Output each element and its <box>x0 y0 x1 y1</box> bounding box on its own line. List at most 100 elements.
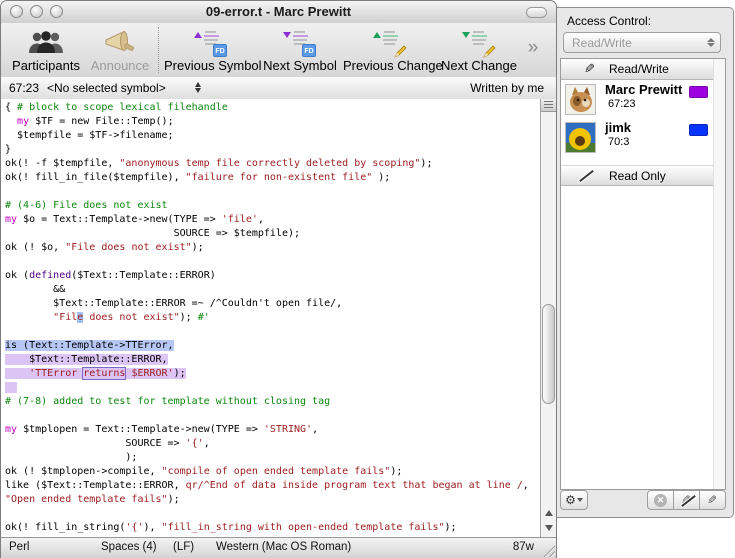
code-line[interactable]: "File does not exist"); #' <box>5 311 529 325</box>
next-symbol-icon: FD <box>282 27 318 57</box>
kick-user-button[interactable]: ✕ <box>647 490 674 510</box>
split-view-button[interactable] <box>541 99 556 112</box>
toolbar-overflow-chevron[interactable]: » <box>517 37 549 59</box>
code-line[interactable] <box>5 507 529 521</box>
user-row-marc-prewitt[interactable]: Marc Prewitt 67:23 <box>561 81 714 119</box>
code-line[interactable] <box>5 409 529 423</box>
popup-stepper-icon <box>703 35 718 50</box>
participants-icon <box>3 26 89 58</box>
gear-menu-button[interactable]: ⚙ <box>560 490 588 510</box>
code-line[interactable]: ok (! $o, "File does not exist"); <box>5 241 529 255</box>
code-line[interactable]: my $tmplopen = Text::Template->new(TYPE … <box>5 423 529 437</box>
user-color-chip <box>689 124 708 136</box>
code-line[interactable] <box>5 381 529 395</box>
drawer-action-bar: ⚙ ✕ ✎ ✎ <box>553 489 733 513</box>
access-control-drawer: Access Control: Read/Write ✎ Read/Write <box>552 7 734 518</box>
indent-popup[interactable]: Spaces (4) <box>101 541 157 553</box>
toolbar-item-previous-symbol[interactable]: FD Previous Symbol <box>164 26 258 74</box>
access-control-popup[interactable]: Read/Write <box>563 32 721 53</box>
code-line[interactable]: # (4-6) File does not exist <box>5 199 529 213</box>
participants-list: ✎ Read/Write Marc Prewitt <box>560 58 726 490</box>
code-line[interactable]: && <box>5 283 529 297</box>
minimize-button[interactable] <box>30 5 43 18</box>
pencil-icon <box>393 44 408 59</box>
toolbar: Participants Announce <box>1 23 556 78</box>
avatar-jimk <box>565 122 596 153</box>
symbol-popup[interactable]: <No selected symbol> <box>47 81 166 95</box>
code-line[interactable]: { # block to scope lexical filehandle <box>5 101 529 115</box>
code-line[interactable]: $Text::Template::ERROR =~ /^Couldn't ope… <box>5 297 529 311</box>
encoding-popup[interactable]: Western (Mac OS Roman) <box>216 541 351 553</box>
access-control-label: Access Control: <box>567 14 651 28</box>
toolbar-item-participants[interactable]: Participants <box>3 26 89 74</box>
code-line[interactable]: like ($Text::Template::ERROR, qr/^End of… <box>5 479 529 493</box>
window-title: 09-error.t - Marc Prewitt <box>71 4 486 19</box>
section-read-only[interactable]: ✎ Read Only <box>561 165 725 186</box>
pencil-icon: ✎ <box>707 493 717 507</box>
scrollbar-thumb[interactable] <box>542 304 555 404</box>
code-editor[interactable]: { # block to scope lexical filehandle my… <box>1 99 542 539</box>
code-line[interactable]: } <box>5 143 529 157</box>
cursor-position: 67:23 <box>9 81 39 95</box>
vertical-scrollbar[interactable] <box>540 99 556 539</box>
code-line[interactable]: 'TTError returns $ERROR'); <box>5 367 529 381</box>
title-bar[interactable]: 09-error.t - Marc Prewitt <box>1 1 556 24</box>
code-line[interactable]: is (Text::Template->TTError, <box>5 339 529 353</box>
toolbar-toggle-button[interactable] <box>526 7 547 18</box>
section-read-write[interactable]: ✎ Read/Write <box>561 59 725 80</box>
word-count: 87w <box>513 541 534 553</box>
toolbar-item-announce[interactable]: Announce <box>89 26 151 74</box>
toolbar-item-previous-change[interactable]: Previous Change <box>343 26 437 74</box>
set-read-write-button[interactable]: ✎ <box>699 490 726 510</box>
code-line[interactable]: ok (! $tmplopen->compile, "compile of op… <box>5 465 529 479</box>
status-bar: Perl Spaces (4) (LF) Western (Mac OS Rom… <box>1 537 556 558</box>
next-change-icon <box>461 27 497 57</box>
code-line[interactable]: my $TF = new File::Temp(); <box>5 115 529 129</box>
close-button[interactable] <box>10 5 23 18</box>
symbol-bar: 67:23 <No selected symbol> Written by me <box>1 77 556 100</box>
code-line[interactable]: $Text::Template::ERROR, <box>5 353 529 367</box>
access-control-popup-value: Read/Write <box>572 36 632 50</box>
code-line[interactable] <box>5 325 529 339</box>
gear-icon: ⚙ <box>565 493 576 507</box>
code-line[interactable]: my $o = Text::Template->new(TYPE => 'fil… <box>5 213 529 227</box>
toolbar-item-next-symbol[interactable]: FD Next Symbol <box>259 26 341 74</box>
line-ending-popup[interactable]: (LF) <box>173 541 194 553</box>
code-line[interactable]: # (7-8) added to test for template witho… <box>5 395 529 409</box>
written-by-label: Written by me <box>470 81 544 95</box>
list-scrollbar-track[interactable] <box>713 59 725 489</box>
pencil-icon: ✎ <box>579 61 595 77</box>
code-line[interactable]: $tempfile = $TF->filename; <box>5 129 529 143</box>
scroll-up-arrow[interactable] <box>541 505 556 520</box>
code-line[interactable]: SOURCE => $tempfile); <box>5 227 529 241</box>
resize-grip[interactable] <box>542 544 555 557</box>
user-position: 67:23 <box>608 98 636 110</box>
no-pencil-icon: ✎ <box>681 493 691 507</box>
announce-icon <box>89 26 151 58</box>
code-line[interactable]: ok(! fill_in_file($tempfile), "failure f… <box>5 171 529 185</box>
code-line[interactable]: SOURCE => '{', <box>5 437 529 451</box>
zoom-button[interactable] <box>50 5 63 18</box>
avatar-marc-prewitt <box>565 84 596 115</box>
code-line[interactable]: ok (defined($Text::Template::ERROR) <box>5 269 529 283</box>
code-line[interactable]: ok(! fill_in_string('{'), "fill_in_strin… <box>5 521 529 535</box>
code-line[interactable] <box>5 185 529 199</box>
code-line[interactable]: "Open ended template fails"); <box>5 493 529 507</box>
toolbar-item-next-change[interactable]: Next Change <box>437 26 521 74</box>
toolbar-separator <box>158 27 159 73</box>
mode-popup[interactable]: Perl <box>9 541 29 553</box>
previous-symbol-icon: FD <box>193 27 229 57</box>
scroll-down-arrow[interactable] <box>541 520 556 535</box>
main-window: 09-error.t - Marc Prewitt Participants <box>0 0 557 558</box>
user-position: 70:3 <box>608 136 629 148</box>
x-circle-icon: ✕ <box>654 494 667 507</box>
set-read-only-button[interactable]: ✎ <box>673 490 700 510</box>
code-line[interactable]: ok(! -f $tempfile, "anonymous temp file … <box>5 157 529 171</box>
user-row-jimk[interactable]: jimk 70:3 <box>561 119 714 157</box>
code-line[interactable]: ); <box>5 451 529 465</box>
pencil-icon <box>482 44 497 59</box>
code-line[interactable] <box>5 255 529 269</box>
code-content: { # block to scope lexical filehandle my… <box>5 101 529 535</box>
symbol-popup-arrows-icon[interactable] <box>195 82 201 93</box>
screen: Access Control: Read/Write ✎ Read/Write <box>0 0 735 558</box>
